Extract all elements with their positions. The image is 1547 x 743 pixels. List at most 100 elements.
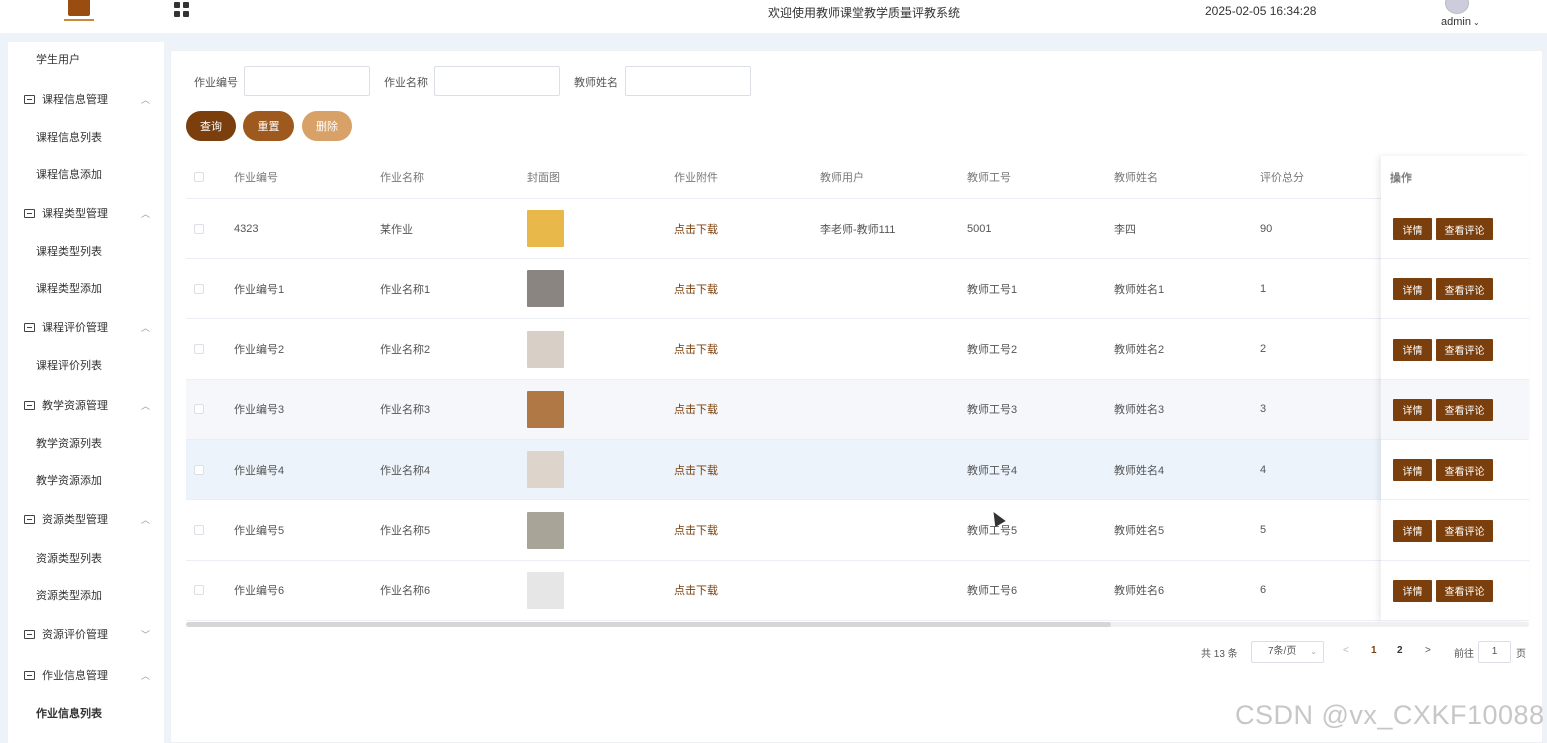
sidebar-item[interactable]: 资源类型列表 bbox=[8, 541, 164, 577]
page-2[interactable]: 2 bbox=[1397, 645, 1403, 656]
table-cell: 李老师-教师111 bbox=[820, 223, 896, 236]
row-checkbox[interactable] bbox=[194, 344, 204, 355]
sidebar-group[interactable]: 课程信息管理 ︿ bbox=[8, 82, 164, 118]
download-link[interactable]: 点击下载 bbox=[674, 320, 718, 379]
search-name-input[interactable] bbox=[434, 66, 560, 96]
column-header[interactable]: 评价总分 bbox=[1260, 156, 1304, 198]
sidebar-item-label: 课程评价列表 bbox=[36, 360, 102, 372]
prev-page-button[interactable]: < bbox=[1343, 645, 1349, 656]
delete-button[interactable]: 删除 bbox=[302, 111, 352, 141]
sidebar-item[interactable]: 课程信息列表 bbox=[8, 120, 164, 156]
sidebar-item-label: 教学资源添加 bbox=[36, 475, 102, 487]
detail-button[interactable]: 详情 bbox=[1393, 579, 1432, 602]
chevron-up-icon: ︿ bbox=[140, 95, 150, 105]
sidebar-item[interactable]: 教学资源添加 bbox=[8, 463, 164, 499]
sidebar-item[interactable]: 课程评价列表 bbox=[8, 348, 164, 384]
download-link[interactable]: 点击下载 bbox=[674, 380, 718, 439]
chevron-up-icon: ︿ bbox=[140, 401, 150, 411]
table-row[interactable]: 作业编号4 作业名称4 点击下载 教师工号4 教师姓名4 4 bbox=[186, 440, 1529, 501]
column-header[interactable]: 作业附件 bbox=[674, 156, 718, 198]
user-menu[interactable]: admin ⌄ bbox=[1441, 16, 1480, 28]
next-page-button[interactable]: > bbox=[1425, 645, 1431, 656]
table-row[interactable]: 作业编号1 作业名称1 点击下载 教师工号1 教师姓名1 1 bbox=[186, 259, 1529, 320]
table-row[interactable]: 作业编号5 作业名称5 点击下载 教师工号5 教师姓名5 5 bbox=[186, 501, 1529, 561]
sidebar-item-label: 课程信息添加 bbox=[36, 169, 102, 181]
download-link[interactable]: 点击下载 bbox=[674, 199, 718, 258]
cover-thumbnail[interactable] bbox=[527, 451, 564, 489]
detail-button[interactable]: 详情 bbox=[1393, 218, 1432, 240]
pager-total: 共 13 条 bbox=[1201, 649, 1238, 660]
cover-thumbnail[interactable] bbox=[527, 571, 564, 609]
chevron-up-icon: ︿ bbox=[140, 209, 150, 219]
sidebar-item[interactable]: 作业信息列表 bbox=[8, 696, 164, 732]
column-header[interactable]: 教师用户 bbox=[820, 156, 864, 198]
cover-thumbnail[interactable] bbox=[527, 511, 564, 549]
sidebar-group[interactable]: 作业信息管理 ︿ bbox=[8, 658, 164, 694]
sidebar-group[interactable]: 资源评价管理 ﹀ bbox=[8, 617, 164, 653]
search-teacher-input[interactable] bbox=[625, 66, 751, 96]
view-comments-button[interactable]: 查看评论 bbox=[1436, 579, 1493, 602]
table-row[interactable]: 作业编号6 作业名称6 点击下载 教师工号6 教师姓名6 6 bbox=[186, 561, 1529, 621]
sidebar-group[interactable]: 教学资源管理 ︿ bbox=[8, 388, 164, 424]
sidebar-item[interactable]: 课程类型添加 bbox=[8, 271, 164, 307]
detail-button[interactable]: 详情 bbox=[1393, 459, 1432, 482]
goto-page-input[interactable]: 1 bbox=[1478, 641, 1511, 663]
view-comments-button[interactable]: 查看评论 bbox=[1436, 338, 1493, 361]
scrollbar-thumb[interactable] bbox=[186, 622, 1111, 627]
sidebar-group[interactable]: 课程评价管理 ︿ bbox=[8, 310, 164, 346]
view-comments-button[interactable]: 查看评论 bbox=[1436, 519, 1493, 542]
table-row[interactable]: 4323 某作业 点击下载 李老师-教师111 5001 李四 90 bbox=[186, 199, 1529, 259]
detail-button[interactable]: 详情 bbox=[1393, 338, 1432, 361]
cover-thumbnail[interactable] bbox=[527, 390, 564, 428]
page-size-select[interactable]: 7条/页 ⌄ bbox=[1251, 641, 1324, 663]
sidebar-item[interactable]: 课程类型列表 bbox=[8, 234, 164, 270]
column-header[interactable]: 作业编号 bbox=[234, 156, 278, 198]
table-cell: 1 bbox=[1260, 282, 1267, 295]
download-link[interactable]: 点击下载 bbox=[674, 440, 718, 499]
column-header[interactable]: 教师姓名 bbox=[1114, 156, 1158, 198]
view-comments-button[interactable]: 查看评论 bbox=[1436, 278, 1493, 301]
column-header[interactable]: 教师工号 bbox=[967, 156, 1011, 198]
cover-thumbnail[interactable] bbox=[527, 210, 564, 247]
page-1[interactable]: 1 bbox=[1371, 645, 1377, 656]
detail-button[interactable]: 详情 bbox=[1393, 278, 1432, 301]
row-checkbox[interactable] bbox=[194, 464, 204, 475]
sidebar-item[interactable]: 教学资源列表 bbox=[8, 426, 164, 462]
select-all-checkbox[interactable] bbox=[194, 172, 204, 182]
table-cell: 教师工号1 bbox=[967, 283, 1018, 296]
row-select-cell bbox=[194, 259, 204, 318]
row-checkbox[interactable] bbox=[194, 525, 204, 535]
detail-button[interactable]: 详情 bbox=[1393, 398, 1432, 421]
table-row[interactable]: 作业编号3 作业名称3 点击下载 教师工号3 教师姓名3 3 bbox=[186, 379, 1529, 440]
download-link[interactable]: 点击下载 bbox=[674, 561, 718, 620]
detail-button[interactable]: 详情 bbox=[1393, 519, 1432, 542]
reset-button[interactable]: 重置 bbox=[243, 111, 294, 141]
query-button[interactable]: 查询 bbox=[186, 111, 236, 141]
grid-menu-icon[interactable] bbox=[174, 2, 189, 17]
row-checkbox[interactable] bbox=[194, 404, 204, 415]
cover-thumbnail[interactable] bbox=[527, 270, 564, 308]
view-comments-button[interactable]: 查看评论 bbox=[1436, 459, 1493, 482]
avatar[interactable] bbox=[1445, 0, 1469, 14]
sidebar-group[interactable]: 资源类型管理 ︿ bbox=[8, 502, 164, 538]
download-link[interactable]: 点击下载 bbox=[674, 501, 718, 560]
sidebar-item[interactable]: 资源类型添加 bbox=[8, 578, 164, 614]
horizontal-scrollbar[interactable] bbox=[186, 622, 1529, 627]
sidebar-item[interactable]: 学生用户 bbox=[8, 42, 164, 78]
menu-icon bbox=[24, 671, 35, 680]
column-header[interactable]: 作业名称 bbox=[380, 156, 424, 198]
column-header[interactable]: 封面图 bbox=[527, 156, 560, 198]
table-row[interactable]: 作业编号2 作业名称2 点击下载 教师工号2 教师姓名2 2 bbox=[186, 320, 1529, 380]
row-checkbox[interactable] bbox=[194, 283, 204, 294]
view-comments-button[interactable]: 查看评论 bbox=[1436, 218, 1493, 240]
download-link[interactable]: 点击下载 bbox=[674, 259, 718, 318]
chevron-up-icon: ︿ bbox=[140, 671, 150, 681]
table-cell: 教师姓名6 bbox=[1114, 585, 1165, 598]
view-comments-button[interactable]: 查看评论 bbox=[1436, 398, 1493, 421]
row-checkbox[interactable] bbox=[194, 585, 204, 596]
sidebar-group[interactable]: 课程类型管理 ︿ bbox=[8, 196, 164, 232]
search-code-input[interactable] bbox=[244, 66, 370, 96]
sidebar-item[interactable]: 课程信息添加 bbox=[8, 157, 164, 193]
row-checkbox[interactable] bbox=[194, 223, 204, 234]
cover-thumbnail[interactable] bbox=[527, 330, 564, 368]
